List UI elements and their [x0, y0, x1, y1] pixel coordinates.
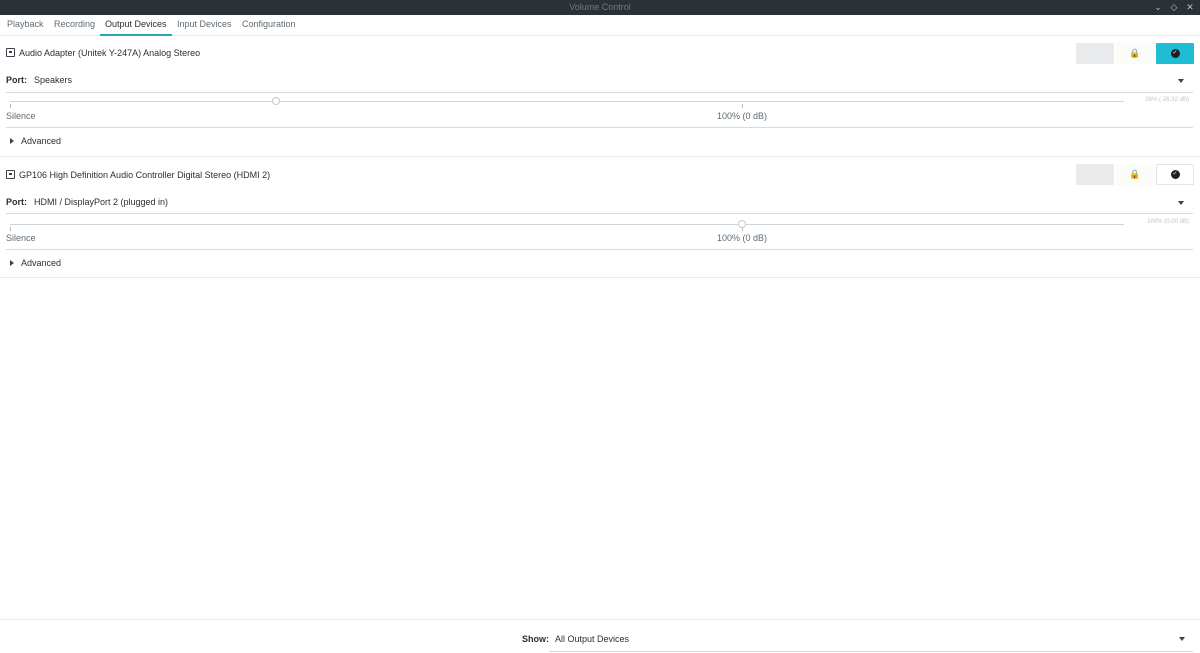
chevron-down-icon[interactable] [1178, 201, 1184, 205]
show-select-underline [549, 651, 1193, 652]
volume-readout: 36% (-26.32 dB) [1145, 97, 1189, 103]
hundred-percent-label: 100% (0 dB) [716, 233, 768, 243]
slider-tick-silence [10, 227, 11, 231]
set-default-button[interactable]: ✓ [1156, 43, 1194, 64]
silence-label: Silence [6, 111, 36, 121]
window-titlebar: Volume Control ⌄ ◇ ✕ [0, 0, 1200, 15]
show-label: Show: [522, 634, 549, 644]
port-label: Port: [6, 75, 27, 85]
port-select[interactable]: Speakers [34, 75, 72, 85]
maximize-icon[interactable]: ◇ [1170, 0, 1178, 15]
show-filter-select[interactable]: All Output Devices [555, 634, 629, 644]
tab-playback[interactable]: Playback [2, 15, 49, 36]
advanced-label: Advanced [21, 258, 62, 268]
device-card-gp106-hdmi: GP106 High Definition Audio Controller D… [0, 158, 1200, 278]
check-circle-icon: ✓ [1170, 170, 1180, 179]
silence-label: Silence [6, 233, 36, 243]
device-name: GP106 High Definition Audio Controller D… [19, 170, 271, 180]
device-name: Audio Adapter (Unitek Y-247A) Analog Ste… [19, 48, 201, 58]
close-icon[interactable]: ✕ [1186, 0, 1194, 15]
port-label: Port: [6, 197, 27, 207]
audio-card-icon [6, 170, 15, 179]
volume-slider-handle[interactable] [738, 220, 746, 228]
tab-output-devices[interactable]: Output Devices [100, 15, 172, 36]
slider-tick-silence [10, 104, 11, 108]
audio-card-icon [6, 48, 15, 57]
chevron-down-icon[interactable] [1178, 79, 1184, 83]
port-select-underline [6, 92, 1193, 93]
port-select[interactable]: HDMI / DisplayPort 2 (plugged in) [34, 197, 168, 207]
lock-channels-button[interactable]: 🔒 [1116, 43, 1154, 64]
volume-slider-track[interactable] [10, 224, 1124, 225]
tab-recording[interactable]: Recording [49, 15, 100, 36]
tab-bar: Playback Recording Output Devices Input … [0, 15, 1200, 36]
volume-slider-track[interactable] [10, 101, 1124, 102]
chevron-down-icon[interactable] [1179, 637, 1185, 641]
triangle-right-icon [10, 260, 14, 266]
slider-tick-100 [742, 104, 743, 108]
triangle-right-icon [10, 138, 14, 144]
window-controls: ⌄ ◇ ✕ [1154, 0, 1194, 15]
tab-configuration[interactable]: Configuration [237, 15, 301, 36]
footer-divider [0, 619, 1200, 620]
device-card-audio-adapter: Audio Adapter (Unitek Y-247A) Analog Ste… [0, 37, 1200, 157]
set-default-button[interactable]: ✓ [1156, 164, 1194, 185]
minimize-icon[interactable]: ⌄ [1154, 0, 1162, 15]
hundred-percent-label: 100% (0 dB) [716, 111, 768, 121]
tab-input-devices[interactable]: Input Devices [172, 15, 237, 36]
mute-button[interactable] [1076, 164, 1114, 185]
mute-button[interactable] [1076, 43, 1114, 64]
slider-underline [6, 249, 1193, 250]
check-circle-icon: ✓ [1170, 49, 1180, 58]
lock-icon: 🔒 [1129, 48, 1141, 58]
lock-icon: 🔒 [1129, 169, 1141, 179]
advanced-expander[interactable]: Advanced [10, 136, 61, 146]
advanced-expander[interactable]: Advanced [10, 258, 61, 268]
volume-readout: 100% (0.00 dB) [1147, 219, 1189, 225]
advanced-label: Advanced [21, 136, 62, 146]
volume-slider-handle[interactable] [272, 97, 280, 105]
slider-underline [6, 127, 1193, 128]
window-title: Volume Control [569, 2, 631, 12]
port-select-underline [6, 213, 1193, 214]
lock-channels-button[interactable]: 🔒 [1116, 164, 1154, 185]
